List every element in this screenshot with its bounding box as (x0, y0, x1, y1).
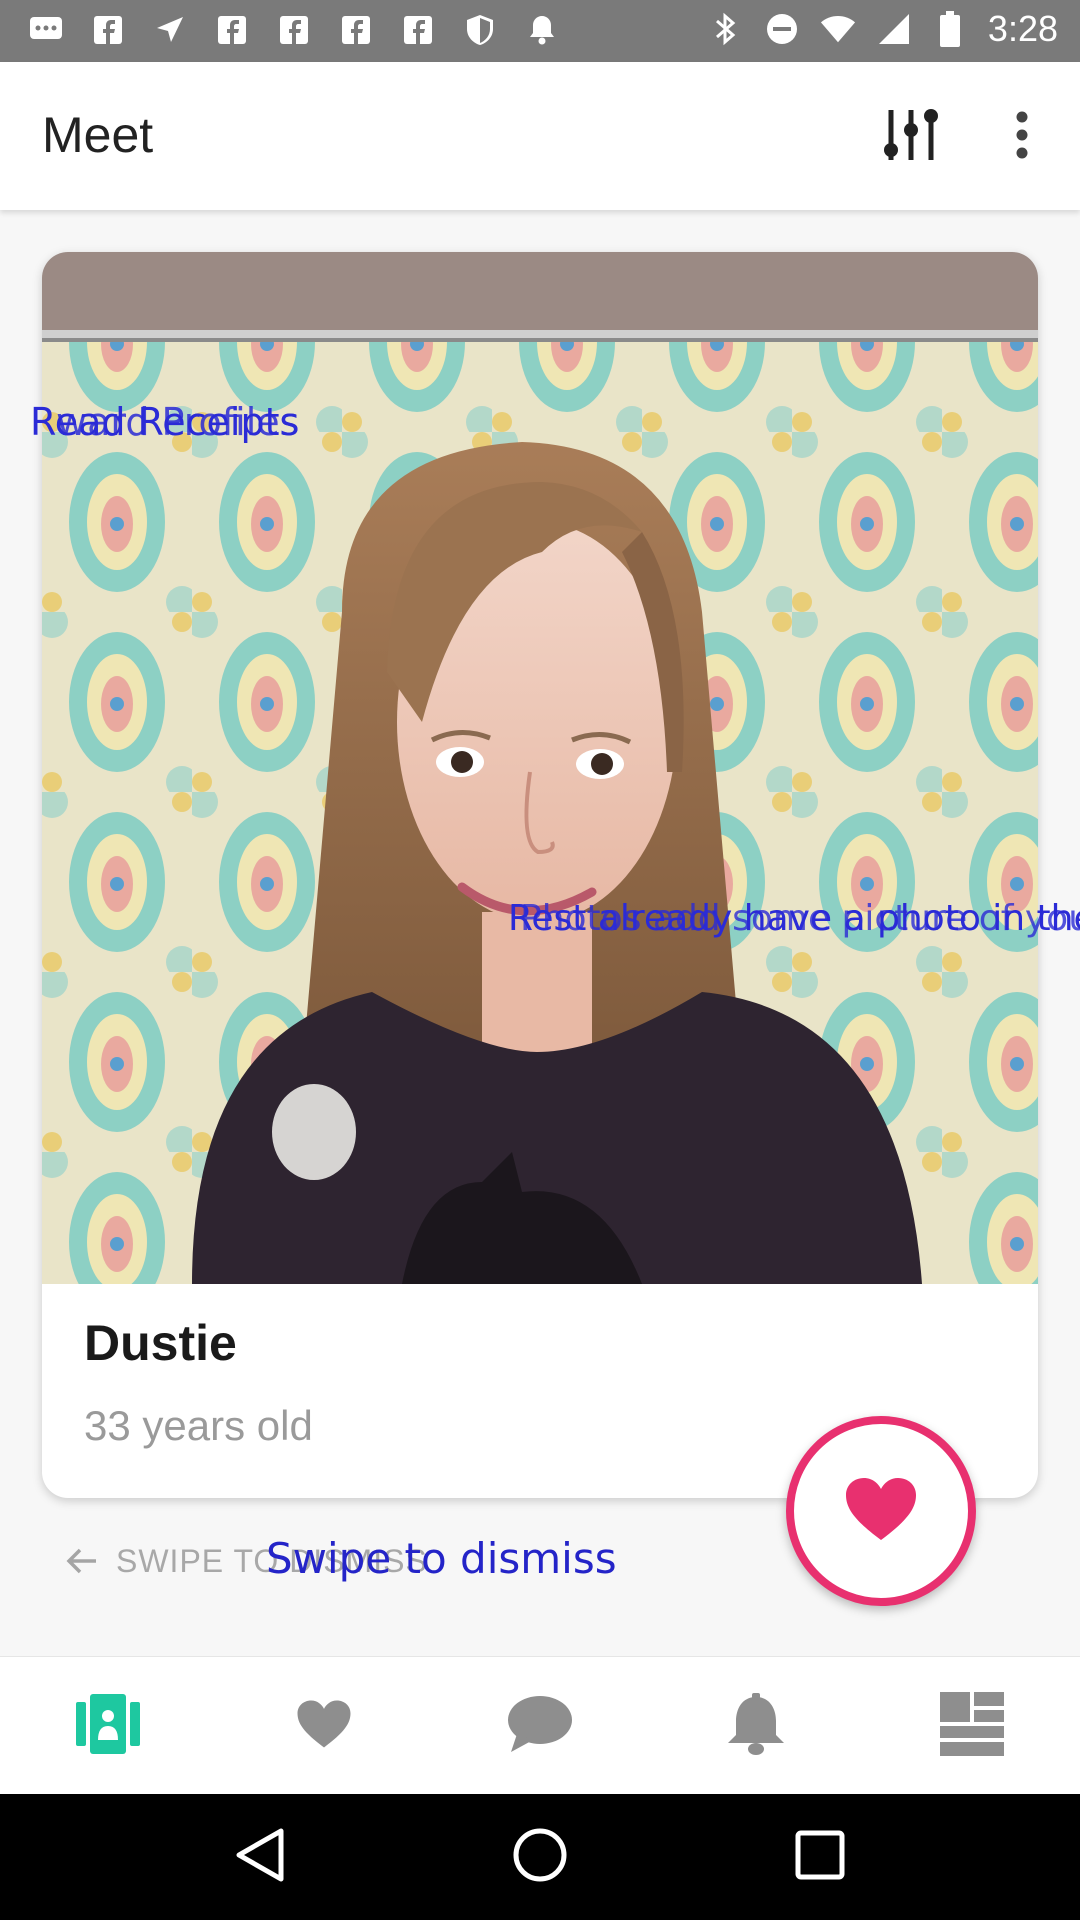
nav-tab-more[interactable] (864, 1657, 1080, 1795)
nav-tab-notifications[interactable] (648, 1657, 864, 1795)
status-time: 3:28 (987, 8, 1058, 49)
heart-icon (844, 1476, 918, 1547)
cards-icon (76, 1693, 140, 1759)
nav-tab-messages[interactable] (432, 1657, 648, 1795)
recents-square-icon (795, 1830, 845, 1885)
nav-tab-likes[interactable] (216, 1657, 432, 1795)
overlay-label-add-picture: Photos add some picture of you (520, 898, 1080, 939)
status-system-icons: 3:28 (708, 8, 1058, 50)
profile-name: Dustie (84, 1315, 237, 1371)
nav-tab-meet[interactable] (0, 1657, 216, 1795)
back-button[interactable] (220, 1817, 300, 1897)
profile-age: 33 years old (84, 1402, 313, 1449)
home-circle-icon (512, 1827, 568, 1888)
wifi-icon (820, 8, 856, 50)
signal-icon (876, 8, 912, 50)
recents-button[interactable] (780, 1817, 860, 1897)
bluetooth-icon (708, 8, 744, 50)
status-bar: 3:28 (0, 0, 1080, 62)
dashboard-icon (940, 1691, 1004, 1761)
page-title: Meet (42, 107, 154, 163)
bell-icon (524, 12, 560, 48)
facebook-icon (338, 12, 374, 48)
arrow-left-icon (64, 1543, 100, 1579)
bottom-navigation (0, 1656, 1080, 1794)
chat-icon (507, 1694, 573, 1759)
home-button[interactable] (500, 1817, 580, 1897)
battery-icon (932, 8, 968, 50)
back-triangle-icon (235, 1827, 285, 1888)
swipe-overlay-label: Swipe to dismiss (266, 1534, 617, 1583)
heart-icon (296, 1699, 352, 1754)
notification-bell-icon (726, 1692, 786, 1760)
app-bar: Meet (0, 62, 1080, 210)
system-navigation-bar (0, 1794, 1080, 1920)
facebook-icon (90, 12, 126, 48)
overlay-label-profiles: ward Profiles (56, 400, 300, 444)
navigation-icon (152, 12, 188, 48)
more-vert-icon (1014, 111, 1030, 164)
dnd-icon (764, 8, 800, 50)
shield-icon (462, 12, 498, 48)
sliders-icon (883, 106, 939, 169)
facebook-icon (400, 12, 436, 48)
like-button[interactable] (786, 1416, 976, 1606)
filter-button[interactable] (878, 104, 944, 170)
facebook-icon (276, 12, 312, 48)
message-icon (28, 12, 64, 48)
more-options-button[interactable] (1000, 104, 1044, 170)
facebook-icon (214, 12, 250, 48)
status-notification-icons (28, 12, 560, 48)
